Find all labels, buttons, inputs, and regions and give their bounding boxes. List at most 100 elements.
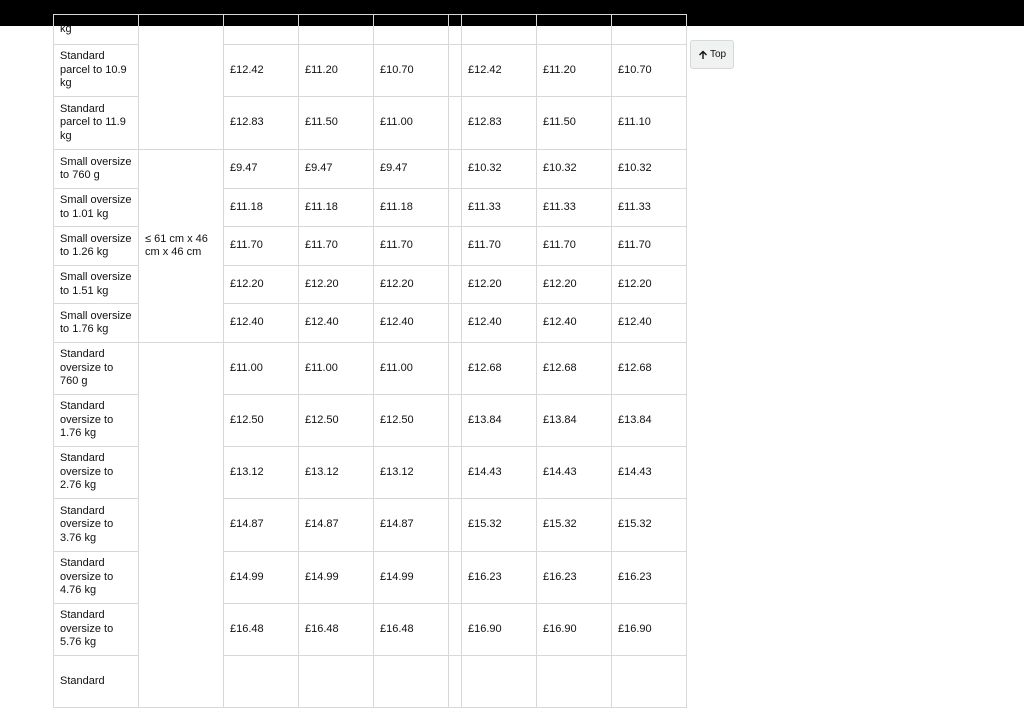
fee-price-cell: [298, 14, 374, 45]
fee-price-cell: £11.20: [536, 44, 612, 97]
product-size-tier-cell: Standard: [53, 655, 139, 708]
fee-price-cell: £16.23: [611, 551, 687, 604]
product-size-tier-cell: Small oversize to 1.76 kg: [53, 303, 139, 343]
back-to-top-label: Top: [709, 49, 727, 60]
spacer-cell: [448, 14, 462, 45]
fee-price-cell: £13.84: [461, 394, 537, 447]
product-size-tier-cell: Standard oversize to 1.76 kg: [53, 394, 139, 447]
fee-price-cell: £12.40: [223, 303, 299, 343]
fee-table-body: kg Standard parcel to 10.9 kg £12.42 £11.20…: [53, 14, 687, 708]
fee-price-cell: [373, 14, 449, 45]
spacer-cell: [448, 226, 462, 266]
fee-price-cell: £11.18: [223, 188, 299, 227]
dimensions-cell: [138, 342, 224, 708]
fee-price-cell: £13.12: [298, 446, 374, 499]
fee-price-cell: [298, 655, 374, 708]
fee-price-cell: £11.18: [373, 188, 449, 227]
fee-price-cell: £11.70: [461, 226, 537, 266]
fee-price-cell: £11.70: [223, 226, 299, 266]
fee-price-cell: £16.48: [223, 603, 299, 656]
fee-price-cell: £14.87: [373, 498, 449, 552]
fee-price-cell: £9.47: [373, 149, 449, 189]
product-size-tier-cell: Small oversize to 1.26 kg: [53, 226, 139, 266]
fee-price-cell: £13.12: [373, 446, 449, 499]
fee-price-cell: £15.32: [611, 498, 687, 552]
fee-price-cell: £15.32: [461, 498, 537, 552]
fee-price-cell: £12.40: [298, 303, 374, 343]
fee-price-cell: £12.40: [536, 303, 612, 343]
fee-price-cell: £12.83: [461, 96, 537, 150]
fee-price-cell: £12.42: [223, 44, 299, 97]
fee-price-cell: [373, 655, 449, 708]
product-size-tier-cell: kg: [53, 14, 139, 45]
product-size-tier-cell: Standard oversize to 5.76 kg: [53, 603, 139, 656]
spacer-cell: [448, 551, 462, 604]
fee-price-cell: £16.48: [373, 603, 449, 656]
fee-price-cell: £12.68: [611, 342, 687, 395]
fee-price-cell: £11.00: [298, 342, 374, 395]
fee-price-cell: £11.00: [223, 342, 299, 395]
fee-price-cell: £10.70: [373, 44, 449, 97]
fee-price-cell: £11.33: [611, 188, 687, 227]
fee-price-cell: £12.20: [611, 265, 687, 304]
fee-price-cell: £13.84: [611, 394, 687, 447]
fee-price-cell: £11.70: [536, 226, 612, 266]
fee-price-cell: £12.20: [373, 265, 449, 304]
fee-table-container: kg Standard parcel to 10.9 kg £12.42 £11.20…: [53, 14, 687, 708]
fee-price-cell: £11.70: [611, 226, 687, 266]
product-size-tier-cell: Standard parcel to 10.9 kg: [53, 44, 139, 97]
table-row: Standard oversize to 760 g £11.00 £11.00 £1…: [53, 342, 687, 708]
fee-price-cell: [611, 14, 687, 45]
spacer-cell: [448, 149, 462, 189]
fee-price-cell: £12.50: [373, 394, 449, 447]
back-to-top-button[interactable]: Top: [690, 40, 734, 69]
fee-price-cell: £12.50: [298, 394, 374, 447]
fee-price-cell: £12.20: [298, 265, 374, 304]
fee-price-cell: £14.99: [373, 551, 449, 604]
spacer-cell: [448, 96, 462, 150]
fee-price-cell: £14.87: [298, 498, 374, 552]
fee-price-cell: [461, 655, 537, 708]
table-row: Small oversize to 760 g ≤ 61 cm x 46 cm x…: [53, 149, 687, 343]
fee-price-cell: £10.32: [611, 149, 687, 189]
spacer-cell: [448, 655, 462, 708]
spacer-cell: [448, 394, 462, 447]
fee-price-cell: £11.50: [298, 96, 374, 150]
fee-price-cell: £12.50: [223, 394, 299, 447]
fee-price-cell: £12.68: [536, 342, 612, 395]
spacer-cell: [448, 498, 462, 552]
spacer-cell: [448, 44, 462, 97]
product-size-tier-cell: Standard oversize to 4.76 kg: [53, 551, 139, 604]
dimensions-cell: ≤ 61 cm x 46 cm x 46 cm: [138, 149, 224, 343]
fee-price-cell: £11.33: [536, 188, 612, 227]
fee-price-cell: £11.10: [611, 96, 687, 150]
fee-price-cell: £12.40: [611, 303, 687, 343]
fee-price-cell: £11.00: [373, 96, 449, 150]
fee-price-cell: £12.68: [461, 342, 537, 395]
product-size-tier-cell: Standard oversize to 760 g: [53, 342, 139, 395]
fee-price-cell: £14.43: [461, 446, 537, 499]
fee-price-cell: £16.23: [536, 551, 612, 604]
fee-price-cell: £10.32: [461, 149, 537, 189]
product-size-tier-cell: Standard oversize to 3.76 kg: [53, 498, 139, 552]
fee-price-cell: £14.99: [298, 551, 374, 604]
fee-price-cell: £9.47: [298, 149, 374, 189]
spacer-cell: [448, 603, 462, 656]
fee-price-cell: £14.43: [611, 446, 687, 499]
fee-price-cell: £11.00: [373, 342, 449, 395]
product-size-tier-cell: Small oversize to 1.51 kg: [53, 265, 139, 304]
fee-price-cell: £16.23: [461, 551, 537, 604]
fee-price-cell: £14.87: [223, 498, 299, 552]
table-row: kg: [53, 14, 687, 150]
fee-price-cell: £11.70: [373, 226, 449, 266]
fee-price-cell: £16.48: [298, 603, 374, 656]
fee-price-cell: £13.12: [223, 446, 299, 499]
spacer-cell: [448, 188, 462, 227]
fee-price-cell: £15.32: [536, 498, 612, 552]
dimensions-cell: [138, 14, 224, 150]
fee-price-cell: [223, 14, 299, 45]
fee-price-cell: £12.40: [373, 303, 449, 343]
fee-price-cell: [223, 655, 299, 708]
product-size-tier-cell: Standard oversize to 2.76 kg: [53, 446, 139, 499]
fee-price-cell: [611, 655, 687, 708]
